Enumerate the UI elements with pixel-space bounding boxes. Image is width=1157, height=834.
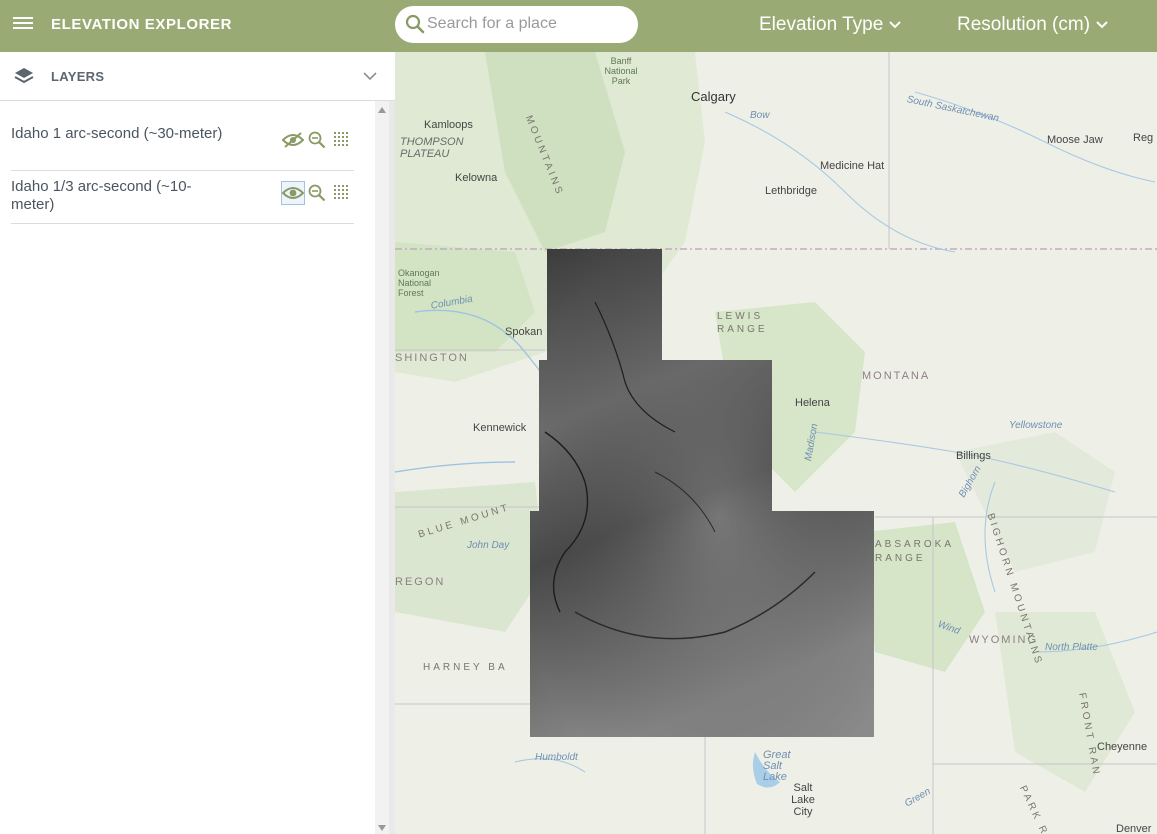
map-label-absaroka-range: ABSAROKA RANGE <box>875 539 954 564</box>
zoom-to-layer-icon[interactable] <box>305 128 329 152</box>
map-label-cheyenne: Cheyenne <box>1097 741 1148 753</box>
map-label-north-platte-river: North Platte <box>1045 642 1098 653</box>
elevation-type-label: Elevation Type <box>759 14 884 35</box>
map-label-regina: Reg <box>1133 132 1154 144</box>
opacity-grid-icon[interactable] <box>330 128 354 152</box>
eye-hidden-icon[interactable] <box>281 128 305 152</box>
zoom-to-layer-icon[interactable] <box>305 181 329 205</box>
layer-item: Idaho 1 arc-second (~30-meter) <box>11 117 354 171</box>
map-label-billings: Billings <box>956 450 991 462</box>
sidebar: LAYERS Idaho 1 arc-second (~30-meter) Id… <box>0 52 395 834</box>
map-label-john-day-river: John Day <box>467 540 510 551</box>
hamburger-menu-icon[interactable] <box>13 14 33 36</box>
search-icon <box>405 14 425 34</box>
map-label-kamloops: Kamloops <box>424 119 473 131</box>
resolution-label: Resolution (cm) <box>957 14 1091 35</box>
sidebar-scrollbar[interactable] <box>375 101 389 834</box>
scroll-down-arrow-icon[interactable] <box>378 825 386 831</box>
layer-name: Idaho 1/3 arc-second (~10-meter) <box>11 178 192 213</box>
map-label-montana: MONTANA <box>862 370 931 382</box>
scroll-up-arrow-icon[interactable] <box>378 107 386 113</box>
map-label-calgary: Calgary <box>691 89 736 104</box>
chevron-down-icon[interactable] <box>363 72 377 81</box>
layer-item: Idaho 1/3 arc-second (~10-meter) <box>11 170 354 224</box>
map-label-banff-national-park: Banff National Park <box>604 56 638 86</box>
top-bar: ELEVATION EXPLORER Elevation Type Resolu… <box>0 0 1157 52</box>
map-label-kelowna: Kelowna <box>455 172 498 184</box>
map-label-great-salt-lake: Great Salt Lake <box>763 749 791 783</box>
map-label-okanogan-national-forest: Okanogan National Forest <box>398 268 440 298</box>
map-label-humboldt-river: Humboldt <box>535 752 578 763</box>
map-label-moose-jaw: Moose Jaw <box>1047 134 1103 146</box>
map-label-spokane: Spokan <box>505 326 543 338</box>
search-input[interactable] <box>427 13 627 35</box>
map-label-medicine-hat: Medicine Hat <box>820 160 885 172</box>
layer-name: Idaho 1 arc-second (~30-meter) <box>11 125 223 142</box>
map-label-bow-river: Bow <box>750 110 770 121</box>
map-label-yellowstone-river: Yellowstone <box>1009 420 1063 431</box>
layers-panel-header[interactable]: LAYERS <box>0 52 395 101</box>
map-label-harney-basin: HARNEY BA <box>423 662 508 673</box>
map-label-lethbridge: Lethbridge <box>765 185 817 197</box>
eye-visible-icon[interactable] <box>281 181 305 205</box>
map-view[interactable]: Calgary Kamloops THOMPSON PLATEAU Kelown… <box>395 52 1157 834</box>
chevron-down-icon <box>1096 21 1108 29</box>
map-label-washington: SHINGTON <box>395 352 469 364</box>
map-label-kennewick: Kennewick <box>473 422 527 434</box>
map-label-salt-lake-city: Salt Lake City <box>791 782 815 818</box>
app-title: ELEVATION EXPLORER <box>51 16 233 33</box>
map-label-lewis-range: LEWIS RANGE <box>717 311 768 335</box>
map-label-denver: Denver <box>1116 823 1152 834</box>
basemap <box>395 52 1157 834</box>
chevron-down-icon <box>889 21 902 29</box>
opacity-grid-icon[interactable] <box>330 181 354 205</box>
map-label-thompson-plateau: THOMPSON PLATEAU <box>400 136 464 160</box>
layers-icon <box>14 68 34 84</box>
resolution-dropdown[interactable]: Resolution (cm) <box>957 14 1108 36</box>
map-label-oregon: REGON <box>395 576 446 588</box>
search-box[interactable] <box>395 6 638 43</box>
elevation-type-dropdown[interactable]: Elevation Type <box>759 14 902 36</box>
layers-panel-title: LAYERS <box>51 69 105 84</box>
map-label-helena: Helena <box>795 397 830 409</box>
